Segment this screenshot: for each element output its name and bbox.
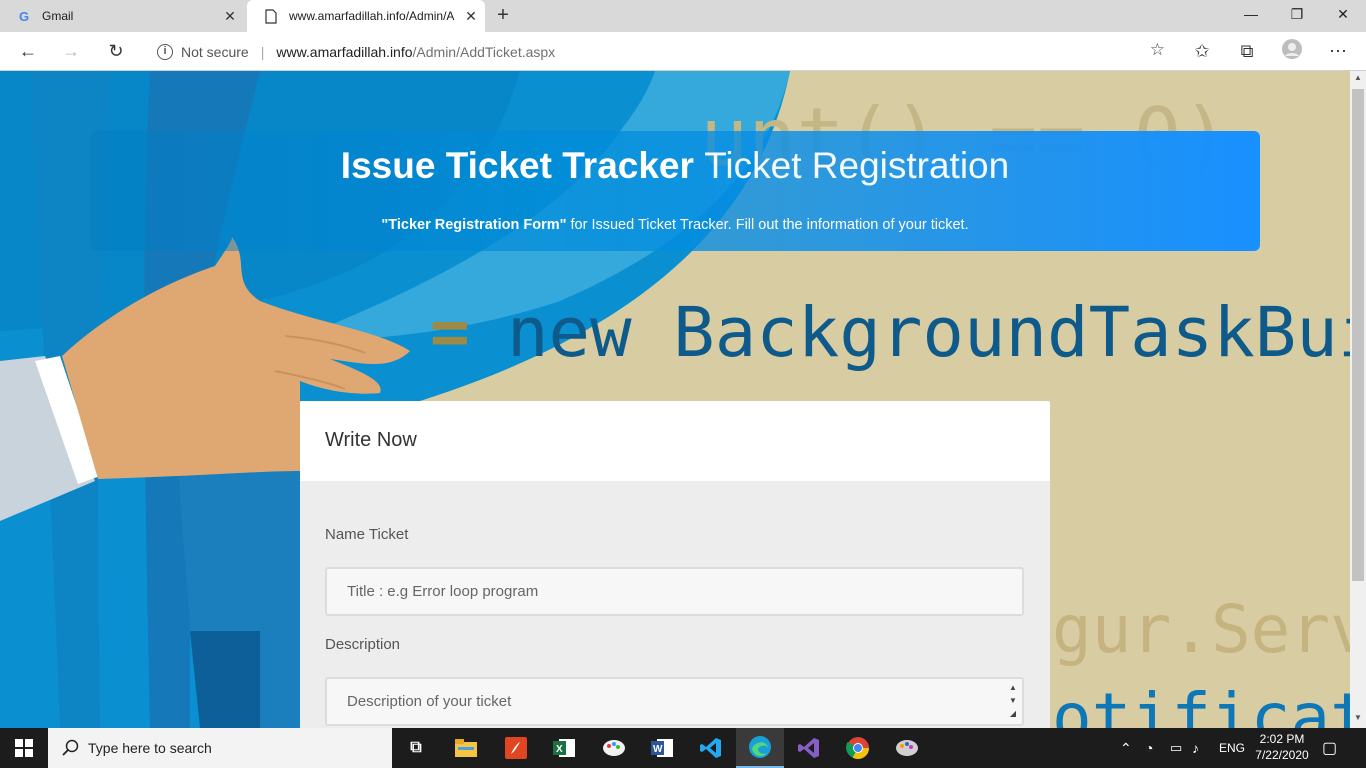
restore-icon[interactable]: ❐ (1274, 0, 1320, 32)
textarea-scroll-arrows[interactable]: ▲ ▼ ◢ (1006, 681, 1020, 725)
refresh-icon[interactable]: ↻ (102, 38, 130, 66)
ticket-form-card: Write Now Name Ticket Title : e.g Error … (300, 401, 1050, 728)
info-icon[interactable]: i (157, 43, 173, 60)
visual-studio-icon[interactable] (785, 728, 833, 768)
name-ticket-input[interactable]: Title : e.g Error loop program (325, 567, 1024, 616)
acrobat-icon[interactable] (492, 728, 540, 768)
clock-time: 2:02 PM (1259, 732, 1305, 746)
page-subtitle: "Ticker Registration Form" for Issued Ti… (381, 217, 969, 233)
close-window-icon[interactable]: ✕ (1320, 0, 1366, 32)
navigation-bar: ← → ↻ i Not secure | www.amarfadillah.in… (0, 32, 1366, 71)
page-header-banner: Issue Ticket Tracker Ticket Registration… (90, 131, 1260, 251)
name-ticket-label: Name Ticket (325, 526, 409, 543)
background-code-line: gur.Serv (1052, 591, 1350, 668)
search-icon (62, 739, 79, 756)
more-menu-icon[interactable]: ⋯ (1324, 38, 1352, 66)
separator: | (260, 43, 265, 60)
tab-gmail[interactable]: G Gmail ✕ (0, 0, 244, 32)
svg-text:X: X (556, 744, 563, 755)
tab-title: Gmail (42, 9, 74, 23)
page-icon (263, 8, 279, 24)
minimize-icon[interactable]: — (1228, 0, 1274, 32)
security-label[interactable]: Not secure (181, 44, 249, 60)
search-placeholder: Type here to search (88, 740, 212, 756)
system-clock[interactable]: 2:02 PM 7/22/2020 (1250, 731, 1314, 763)
forward-arrow-icon[interactable]: → (57, 38, 85, 66)
address-bar[interactable]: i Not secure | www.amarfadillah.info/Adm… (145, 36, 1175, 67)
excel-icon[interactable]: X (540, 728, 588, 768)
back-arrow-icon[interactable]: ← (14, 38, 42, 66)
chrome-icon[interactable] (834, 728, 882, 768)
page-scrollbar[interactable]: ▲ ▼ (1350, 71, 1366, 728)
notifications-icon[interactable]: ▢ (1322, 728, 1337, 768)
scroll-down-icon[interactable]: ▼ (1350, 713, 1366, 722)
svg-text:W: W (653, 744, 663, 755)
clock-date: 7/22/2020 (1255, 748, 1309, 762)
vscode-icon[interactable] (687, 728, 735, 768)
language-indicator[interactable]: ENG (1219, 728, 1245, 768)
new-tab-button[interactable]: + (492, 4, 514, 27)
tab-strip: G Gmail ✕ www.amarfadillah.info/Admin/A … (0, 0, 1366, 32)
google-icon: G (18, 8, 30, 24)
close-tab-icon[interactable]: ✕ (216, 8, 244, 25)
background-code-line: new BackgroundTaskBuil (507, 293, 1350, 373)
background-code-line: otificat (1052, 679, 1350, 728)
windows-taskbar: Type here to search ⧉ X W ⌃ ◔ ▭ ♪ ENG 2:… (0, 728, 1366, 768)
close-tab-icon[interactable]: ✕ (457, 8, 485, 25)
form-heading: Write Now (300, 401, 1050, 481)
word-icon[interactable]: W (638, 728, 686, 768)
taskbar-search-box[interactable]: Type here to search (48, 728, 392, 768)
page-viewport: unt() == 0) = new BackgroundTaskBuil gur… (0, 71, 1350, 728)
scroll-thumb[interactable] (1352, 89, 1364, 581)
volume-icon[interactable]: ♪ (1192, 728, 1199, 768)
file-explorer-icon[interactable] (442, 728, 490, 768)
background-code-operator: = (430, 293, 470, 370)
url-text[interactable]: www.amarfadillah.info/Admin/AddTicket.as… (276, 44, 555, 60)
windows-start-icon[interactable] (0, 728, 48, 768)
tab-addticket[interactable]: www.amarfadillah.info/Admin/A ✕ (247, 0, 485, 32)
favorites-icon[interactable]: ✩ (1188, 38, 1216, 66)
show-hidden-icons-icon[interactable]: ⌃ (1120, 728, 1132, 768)
name-ticket-placeholder: Title : e.g Error loop program (347, 583, 539, 600)
scroll-up-icon[interactable]: ▲ (1350, 73, 1366, 82)
battery-icon[interactable]: ▭ (1170, 728, 1182, 768)
description-textarea[interactable]: Description of your ticket ▲ ▼ ◢ (325, 677, 1024, 726)
favorite-star-icon[interactable]: ☆ (1150, 40, 1165, 60)
page-title: Issue Ticket Tracker Ticket Registration (340, 145, 1010, 186)
edge-icon[interactable] (736, 728, 784, 768)
collections-icon[interactable]: ⧉ (1233, 38, 1261, 66)
tab-title: www.amarfadillah.info/Admin/A (289, 9, 455, 23)
paint-icon[interactable] (590, 728, 638, 768)
wifi-icon[interactable]: ◔ (1145, 728, 1153, 768)
paint-3d-icon[interactable] (883, 728, 931, 768)
task-view-icon[interactable]: ⧉ (392, 728, 440, 768)
description-label: Description (325, 636, 401, 653)
profile-avatar-icon[interactable] (1278, 38, 1306, 66)
description-placeholder: Description of your ticket (347, 693, 512, 710)
